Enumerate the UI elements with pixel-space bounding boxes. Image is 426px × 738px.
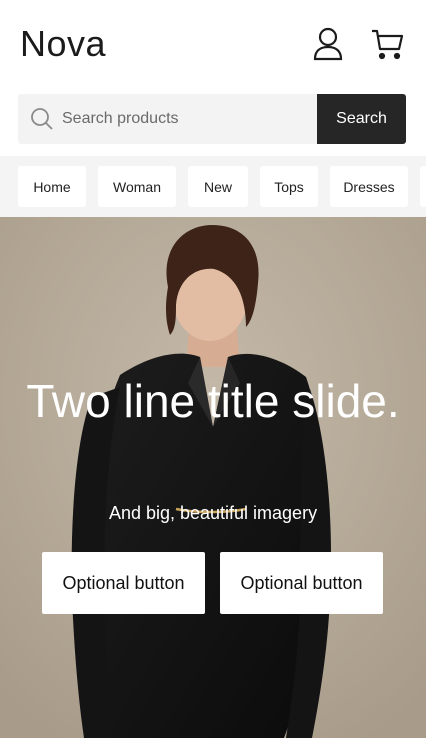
- hero-banner: Two line title slide. And big, beautiful…: [0, 217, 426, 738]
- category-chip-new[interactable]: New: [188, 166, 248, 207]
- category-nav: Home Woman New Tops Dresses: [0, 156, 426, 217]
- category-chip-dresses[interactable]: Dresses: [330, 166, 408, 207]
- search-bar: Search: [18, 94, 406, 144]
- category-chip-home[interactable]: Home: [18, 166, 86, 207]
- cart-button[interactable]: [370, 26, 404, 62]
- site-header: Nova: [0, 0, 426, 90]
- search-field: [18, 94, 317, 144]
- hero-title: Two line title slide.: [26, 375, 400, 427]
- category-chip-tops[interactable]: Tops: [260, 166, 318, 207]
- hero-subtitle: And big, beautiful imagery: [108, 503, 318, 523]
- hero-image: [0, 217, 426, 738]
- cart-icon: [372, 29, 404, 60]
- user-icon: [313, 27, 343, 61]
- category-chip-overflow[interactable]: [420, 166, 426, 207]
- search-button[interactable]: Search: [317, 94, 406, 144]
- hero-secondary-button[interactable]: Optional button: [220, 552, 383, 614]
- search-input[interactable]: [62, 94, 312, 144]
- brand-logo[interactable]: Nova: [20, 24, 106, 64]
- search-icon: [31, 108, 53, 130]
- hero-primary-button[interactable]: Optional button: [42, 552, 205, 614]
- page: Nova Search Home Woman: [0, 0, 426, 738]
- account-button[interactable]: [311, 26, 345, 62]
- category-chip-woman[interactable]: Woman: [98, 166, 176, 207]
